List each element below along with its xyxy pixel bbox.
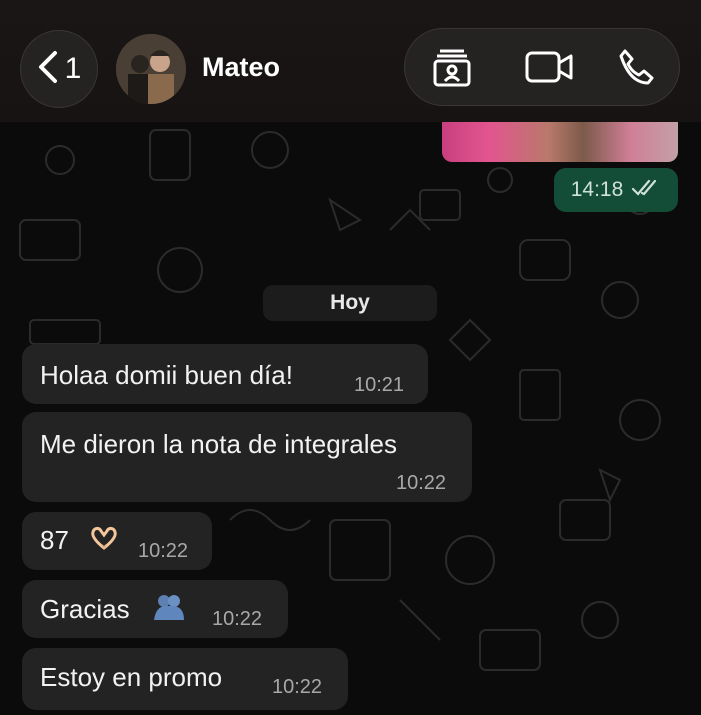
message-text: Estoy en promo bbox=[40, 662, 223, 692]
contact-card-icon bbox=[432, 47, 472, 92]
double-check-icon bbox=[631, 179, 661, 202]
video-camera-icon bbox=[525, 49, 575, 90]
message-text: Gracias bbox=[40, 594, 130, 624]
call-actions bbox=[404, 28, 680, 106]
phone-icon bbox=[617, 48, 655, 91]
incoming-message[interactable]: Gracias 10:22 bbox=[22, 580, 288, 638]
message-text: Me dieron la nota de integrales bbox=[40, 429, 398, 459]
message-time: 10:22 bbox=[138, 540, 189, 562]
heart-hands-emoji bbox=[90, 526, 118, 555]
message-text: 87 bbox=[40, 525, 69, 555]
incoming-message[interactable]: 87 10:22 bbox=[22, 512, 212, 570]
message-time: 10:22 bbox=[212, 608, 263, 630]
video-call-button[interactable] bbox=[525, 48, 575, 90]
contact-card-button[interactable] bbox=[431, 48, 473, 90]
voice-call-button[interactable] bbox=[615, 48, 657, 90]
incoming-message[interactable]: Estoy en promo 10:22 bbox=[22, 648, 348, 710]
date-divider: Hoy bbox=[263, 285, 437, 321]
message-time: 14:18 bbox=[570, 178, 624, 201]
outgoing-message-meta: 14:18 bbox=[554, 168, 678, 212]
message-time: 10:21 bbox=[354, 374, 405, 396]
incoming-message[interactable]: Holaa domii buen día! 10:21 bbox=[22, 344, 428, 404]
message-time: 10:22 bbox=[396, 472, 447, 494]
back-button[interactable]: 1 bbox=[20, 30, 98, 108]
chevron-left-icon bbox=[37, 50, 59, 89]
message-text: Holaa domii buen día! bbox=[40, 360, 293, 390]
chat-header: 1 Mateo bbox=[0, 0, 701, 122]
avatar[interactable] bbox=[116, 34, 186, 104]
unread-count: 1 bbox=[64, 52, 82, 85]
hug-emoji bbox=[152, 592, 186, 627]
incoming-message[interactable]: Me dieron la nota de integrales 10:22 bbox=[22, 412, 472, 502]
contact-name[interactable]: Mateo bbox=[202, 52, 280, 83]
outgoing-media-thumbnail[interactable] bbox=[442, 122, 678, 162]
message-time: 10:22 bbox=[272, 676, 323, 698]
